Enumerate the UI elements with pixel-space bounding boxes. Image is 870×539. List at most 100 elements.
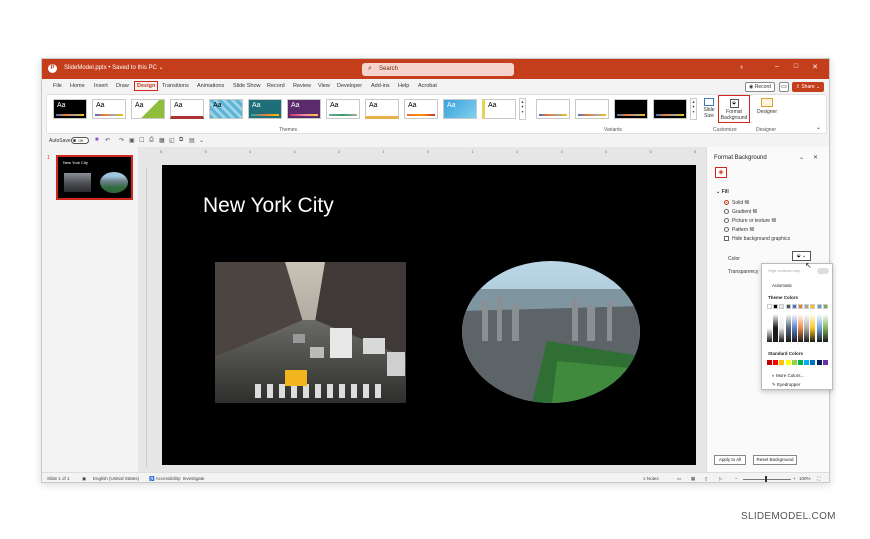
theme-thumbnail[interactable]: Aa bbox=[404, 99, 438, 119]
customize-qat-icon[interactable]: ⌄ bbox=[199, 137, 204, 144]
maximize-button[interactable]: □ bbox=[790, 63, 802, 70]
solid-fill-option[interactable]: Solid fill bbox=[724, 200, 749, 206]
autosave-toggle[interactable]: Off bbox=[71, 137, 89, 144]
standard-color-swatch[interactable] bbox=[773, 360, 779, 365]
theme-color-swatch[interactable] bbox=[822, 304, 828, 309]
standard-color-swatch[interactable] bbox=[798, 360, 803, 365]
theme-thumbnail[interactable]: Aa bbox=[365, 99, 399, 119]
tab-help[interactable]: Help bbox=[398, 83, 409, 89]
gradient-fill-option[interactable]: Gradient fill bbox=[724, 209, 757, 215]
standard-color-swatch[interactable] bbox=[816, 360, 822, 365]
shapes-icon[interactable]: ◱ bbox=[169, 137, 175, 144]
theme-color-shades[interactable] bbox=[822, 314, 828, 342]
variants-scroll[interactable]: ▲ ▼ ▾ bbox=[690, 98, 697, 120]
fill-bucket-icon[interactable]: ◈ bbox=[715, 167, 727, 178]
start-from-beginning-icon[interactable]: ▣ bbox=[129, 137, 135, 144]
tab-insert[interactable]: Insert bbox=[94, 83, 108, 89]
theme-color-shades[interactable] bbox=[810, 314, 816, 342]
tab-animations[interactable]: Animations bbox=[197, 83, 224, 89]
theme-thumbnail[interactable]: Aa bbox=[248, 99, 282, 119]
accessibility-status[interactable]: ♿ Accessibility: Investigate bbox=[149, 476, 204, 482]
fill-section-heading[interactable]: ⌄ Fill bbox=[716, 189, 729, 195]
theme-color-shades[interactable] bbox=[773, 314, 779, 342]
fit-slide-icon[interactable]: ⛶ bbox=[817, 476, 820, 481]
minimize-button[interactable]: – bbox=[771, 63, 783, 70]
apply-to-all-button[interactable]: Apply to All bbox=[714, 455, 746, 465]
undo-icon[interactable]: ↶ bbox=[105, 137, 110, 144]
spelling-icon[interactable]: ▣ bbox=[82, 476, 86, 482]
theme-thumbnail[interactable]: Aa bbox=[170, 99, 204, 119]
copy-icon[interactable]: ⧉ bbox=[179, 137, 183, 144]
record-button[interactable]: ◉ Record bbox=[745, 82, 775, 92]
theme-color-shades[interactable] bbox=[791, 314, 797, 342]
street-photo[interactable] bbox=[215, 262, 406, 403]
pane-close-icon[interactable]: ✕ bbox=[813, 154, 818, 161]
skyline-photo[interactable] bbox=[462, 261, 640, 403]
slideshow-icon[interactable]: ▷ bbox=[719, 476, 722, 482]
theme-color-swatch[interactable] bbox=[816, 304, 822, 309]
theme-color-swatch[interactable] bbox=[779, 304, 785, 309]
reset-background-button[interactable]: Reset Background bbox=[753, 455, 797, 465]
share-button[interactable]: ⇪ Share ⌄ bbox=[792, 82, 824, 92]
zoom-slider-thumb[interactable] bbox=[765, 476, 767, 482]
theme-color-shades[interactable] bbox=[798, 314, 803, 342]
tab-record[interactable]: Record bbox=[267, 83, 285, 89]
theme-thumbnail[interactable]: Aa bbox=[287, 99, 321, 119]
hide-background-graphics-checkbox[interactable]: Hide background graphics bbox=[724, 236, 790, 242]
tab-home[interactable]: Home bbox=[70, 83, 85, 89]
theme-color-swatch[interactable] bbox=[804, 304, 810, 309]
theme-thumbnail[interactable]: Aa bbox=[92, 99, 126, 119]
tab-add-ins[interactable]: Add-ins bbox=[371, 83, 390, 89]
theme-thumbnail[interactable]: Aa bbox=[326, 99, 360, 119]
pattern-fill-option[interactable]: Pattern fill bbox=[724, 227, 754, 233]
theme-color-shades[interactable] bbox=[816, 314, 822, 342]
notes-button[interactable]: ≡ Notes bbox=[643, 476, 659, 481]
standard-color-swatch[interactable] bbox=[779, 360, 785, 365]
tab-transitions[interactable]: Transitions bbox=[162, 83, 189, 89]
redo-icon[interactable]: ↷ bbox=[119, 137, 124, 144]
format-background-button[interactable]: ⬙ Format Background bbox=[718, 95, 750, 123]
theme-color-swatch[interactable] bbox=[810, 304, 816, 309]
theme-color-swatch[interactable] bbox=[785, 304, 791, 309]
theme-color-shades[interactable] bbox=[767, 314, 772, 342]
print-icon[interactable]: ⎙ bbox=[149, 137, 154, 144]
tab-developer[interactable]: Developer bbox=[337, 83, 362, 89]
theme-color-swatch[interactable] bbox=[791, 304, 797, 309]
save-icon[interactable]: ■ bbox=[95, 137, 99, 143]
ribbon-collapse-icon[interactable]: ⌄ bbox=[816, 125, 821, 131]
theme-thumbnail[interactable]: Aa bbox=[482, 99, 516, 119]
tab-acrobat[interactable]: Acrobat bbox=[418, 83, 437, 89]
theme-color-shades[interactable] bbox=[785, 314, 791, 342]
variant-thumbnail[interactable] bbox=[575, 99, 609, 119]
automatic-color-option[interactable]: Automatic bbox=[772, 283, 792, 288]
standard-color-swatch[interactable] bbox=[767, 360, 772, 365]
theme-thumbnail[interactable]: Aa bbox=[443, 99, 477, 119]
theme-color-swatch[interactable] bbox=[798, 304, 803, 309]
close-button[interactable]: ✕ bbox=[809, 63, 821, 71]
tab-slide-show[interactable]: Slide Show bbox=[233, 83, 261, 89]
variant-thumbnail[interactable] bbox=[653, 99, 687, 119]
zoom-in-icon[interactable]: + bbox=[793, 476, 796, 481]
layout-icon[interactable]: ▤ bbox=[189, 137, 195, 144]
language-status[interactable]: English (United States) bbox=[93, 476, 139, 481]
theme-thumbnail[interactable]: Aa bbox=[53, 99, 87, 119]
pane-options-icon[interactable]: ⌄ bbox=[799, 154, 804, 161]
zoom-out-icon[interactable]: – bbox=[735, 476, 738, 481]
zoom-level[interactable]: 100% bbox=[799, 476, 811, 481]
variant-thumbnail[interactable] bbox=[614, 99, 648, 119]
picture-fill-option[interactable]: Picture or texture fill bbox=[724, 218, 776, 224]
slide-title[interactable]: New York City bbox=[203, 194, 334, 218]
theme-color-shades[interactable] bbox=[779, 314, 785, 342]
theme-color-swatch[interactable] bbox=[767, 304, 772, 309]
search-box[interactable]: ⌕ Search bbox=[362, 63, 514, 76]
standard-color-swatch[interactable] bbox=[822, 360, 828, 365]
table-icon[interactable]: ▦ bbox=[159, 137, 165, 144]
tab-view[interactable]: View bbox=[318, 83, 330, 89]
file-title[interactable]: SlideModel.pptx • Saved to this PC ⌄ bbox=[64, 64, 164, 71]
tab-design[interactable]: Design bbox=[134, 81, 159, 91]
normal-view-icon[interactable]: ▭ bbox=[677, 476, 681, 482]
theme-thumbnail[interactable]: Aa bbox=[131, 99, 165, 119]
designer-button[interactable]: Designer bbox=[754, 98, 780, 115]
tab-review[interactable]: Review bbox=[293, 83, 311, 89]
comments-button[interactable]: ▭ bbox=[779, 82, 789, 92]
